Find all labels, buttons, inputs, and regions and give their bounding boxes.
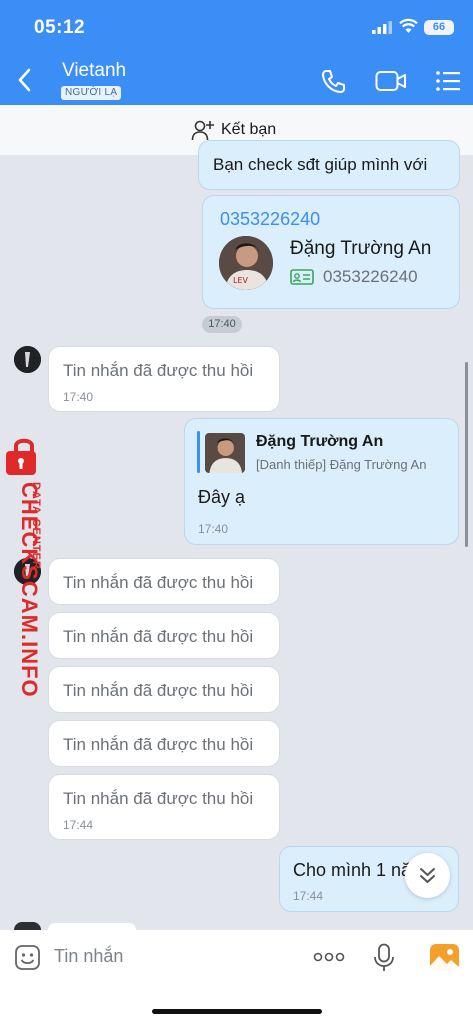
- watermark-subtext: DATA CENTER: [30, 482, 42, 570]
- card-avatar: LEV: [219, 236, 273, 290]
- video-call-icon[interactable]: [375, 70, 407, 92]
- microphone-icon[interactable]: [373, 943, 395, 973]
- quote-bar: [197, 431, 200, 473]
- sticker-icon[interactable]: [14, 944, 41, 971]
- double-chevron-down-icon: [420, 868, 435, 883]
- photo-gallery-icon[interactable]: [430, 944, 459, 971]
- menu-list-icon[interactable]: [435, 70, 461, 92]
- card-phone-link[interactable]: 0353226240: [220, 209, 320, 230]
- person-photo-icon: LEV: [219, 236, 273, 290]
- quote-text: [Danh thiếp] Đặng Trường An: [256, 457, 427, 472]
- outgoing-reply-message[interactable]: Đặng Trường An [Danh thiếp] Đặng Trường …: [184, 418, 459, 545]
- scroll-to-bottom-button[interactable]: [405, 853, 450, 898]
- recalled-message[interactable]: Tin nhắn đã được thu hồi: [48, 720, 280, 767]
- partial-message: [48, 923, 136, 930]
- add-friend-label[interactable]: Kết bạn: [221, 121, 276, 139]
- message-input[interactable]: Tin nhắn: [54, 946, 123, 967]
- recalled-text: Tin nhắn đã được thu hồi: [63, 681, 254, 700]
- message-text: Đây ạ: [198, 487, 246, 507]
- message-time: 17:40: [198, 522, 229, 536]
- wifi-icon: [399, 18, 418, 33]
- scrollbar[interactable]: [465, 362, 468, 547]
- message-time: 17:44: [63, 818, 94, 832]
- message-time: 17:44: [293, 889, 324, 903]
- recalled-message[interactable]: Tin nhắn đã được thu hồi: [48, 558, 280, 605]
- recalled-message[interactable]: Tin nhắn đã được thu hồi 17:40: [48, 346, 280, 412]
- svg-text:LEV: LEV: [233, 276, 249, 285]
- person-photo-icon: [205, 433, 245, 473]
- more-options-icon[interactable]: [313, 950, 345, 964]
- add-friend-icon[interactable]: [191, 119, 215, 141]
- recalled-text: Tin nhắn đã được thu hồi: [63, 735, 254, 754]
- message-time: 17:40: [63, 390, 94, 404]
- phone-icon[interactable]: [320, 68, 346, 94]
- stranger-badge: NGƯỜI LẠ: [61, 86, 122, 100]
- avatar-icon: [14, 346, 41, 373]
- recalled-message[interactable]: Tin nhắn đã được thu hồi 17:44: [48, 774, 280, 840]
- sender-avatar[interactable]: [14, 346, 41, 373]
- card-phone: 0353226240: [323, 267, 418, 286]
- time-pill: 17:40: [202, 316, 242, 333]
- message-text: Cho mình 1 nă: [293, 860, 412, 880]
- recalled-text: Tin nhắn đã được thu hồi: [63, 573, 254, 592]
- id-card-icon: [290, 269, 314, 285]
- recalled-text: Tin nhắn đã được thu hồi: [63, 361, 254, 380]
- recalled-text: Tin nhắn đã được thu hồi: [63, 789, 254, 808]
- recalled-text: Tin nhắn đã được thu hồi: [63, 627, 254, 646]
- outgoing-message[interactable]: Bạn check sđt giúp mình với: [198, 140, 460, 190]
- back-arrow-icon[interactable]: [14, 66, 36, 94]
- quote-name: Đặng Trường An: [256, 433, 384, 450]
- recalled-message[interactable]: Tin nhắn đã được thu hồi: [48, 666, 280, 713]
- card-contact-name: Đặng Trường An: [290, 238, 432, 259]
- lock-icon: [6, 438, 36, 475]
- message-text: Bạn check sđt giúp mình với: [213, 155, 428, 174]
- sender-avatar: [14, 922, 41, 930]
- status-time: 05:12: [34, 17, 86, 38]
- signal-icon: [372, 21, 392, 34]
- contact-card[interactable]: 0353226240 LEV Đặng Trường An 0353226240: [202, 195, 460, 309]
- contact-name[interactable]: Vietanh: [62, 60, 126, 82]
- quote-thumbnail: [205, 433, 245, 473]
- recalled-message[interactable]: Tin nhắn đã được thu hồi: [48, 612, 280, 659]
- home-indicator: [152, 1009, 322, 1014]
- battery-indicator: 66: [424, 20, 454, 35]
